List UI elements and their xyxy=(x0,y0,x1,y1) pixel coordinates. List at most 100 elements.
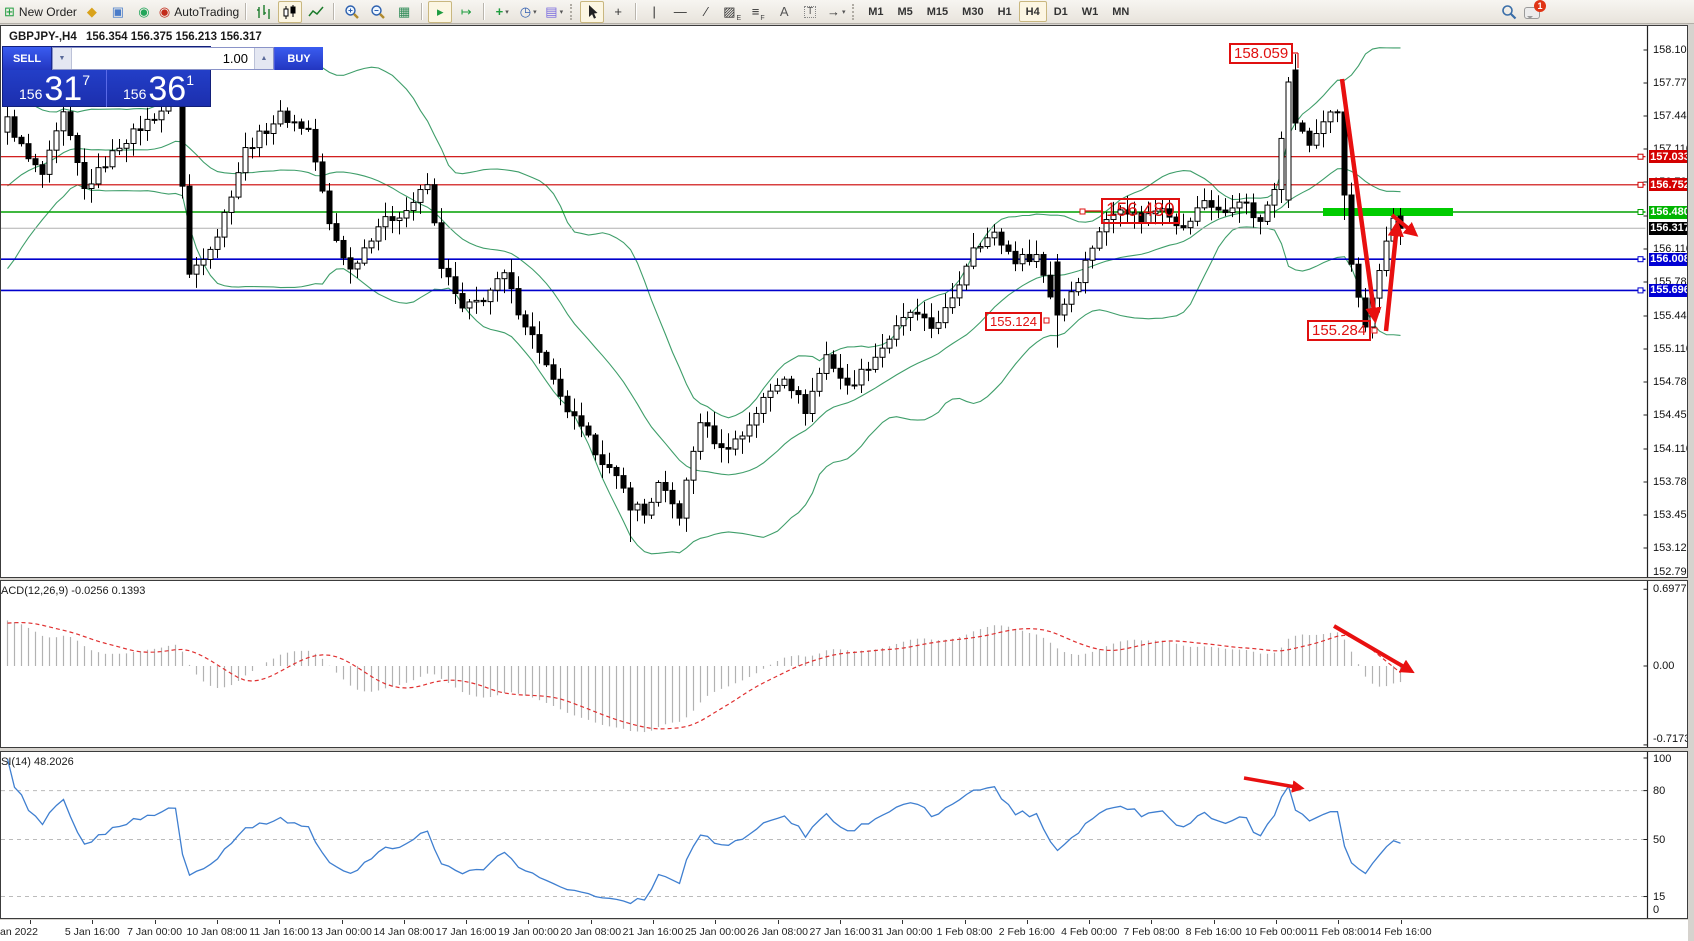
hline-handle[interactable] xyxy=(1638,210,1643,215)
arrows-button[interactable]: →▾ xyxy=(824,1,848,23)
price-annotation[interactable]: 155.124 xyxy=(985,312,1042,331)
volume-input[interactable] xyxy=(72,48,254,69)
hline-handle[interactable] xyxy=(1638,154,1643,159)
timeframe-button-w1[interactable]: W1 xyxy=(1075,1,1106,22)
volume-increase-button[interactable]: ▲ xyxy=(254,48,273,69)
candlestick-chart-button[interactable] xyxy=(278,1,302,23)
zoom-out-icon xyxy=(370,4,386,20)
chart-title: GBPJPY-,H4 156.354 156.375 156.213 156.3… xyxy=(9,31,262,43)
signals-button[interactable]: ◉ xyxy=(132,1,156,23)
buy-button[interactable]: BUY xyxy=(274,47,323,70)
chevron-down-icon: ▾ xyxy=(533,8,537,16)
cursor-button[interactable] xyxy=(580,1,604,23)
sell-price-base: 156 xyxy=(19,86,42,105)
timeframe-button-h1[interactable]: H1 xyxy=(991,1,1019,22)
templates-button[interactable]: ▤▾ xyxy=(542,1,566,23)
price-chart-canvas[interactable] xyxy=(1,26,1687,577)
tile-windows-button[interactable]: ▦ xyxy=(392,1,416,23)
price-annotation[interactable]: 155.284 xyxy=(1307,320,1371,341)
buy-price-main: 36 xyxy=(148,74,186,105)
zoom-in-button[interactable] xyxy=(340,1,364,23)
chart-shift-button[interactable]: ↦ xyxy=(454,1,478,23)
macd-tick: 0.6977 xyxy=(1653,583,1687,595)
time-tick: 4 Feb 00:00 xyxy=(1061,926,1117,938)
timeframe-button-m5[interactable]: M5 xyxy=(890,1,919,22)
time-tick-mark xyxy=(1338,920,1339,924)
time-tick: 5 Jan 16:00 xyxy=(65,926,120,938)
price-annotation[interactable]: 156.480 xyxy=(1101,198,1180,224)
time-tick-mark xyxy=(155,920,156,924)
text-button[interactable]: A xyxy=(772,1,796,23)
timeframe-button-d1[interactable]: D1 xyxy=(1047,1,1075,22)
time-tick-mark xyxy=(1401,920,1402,924)
indicators-button[interactable]: +▾ xyxy=(490,1,514,23)
timeframe-button-mn[interactable]: MN xyxy=(1105,1,1136,22)
time-tick-mark xyxy=(279,920,280,924)
time-axis[interactable]: an 20225 Jan 16:007 Jan 00:0010 Jan 08:0… xyxy=(0,920,1688,941)
support-zone-rect[interactable] xyxy=(1323,208,1453,216)
periods-button[interactable]: ◷▾ xyxy=(516,1,540,23)
text-icon: A xyxy=(780,5,789,18)
bollinger-middle xyxy=(8,141,1401,475)
timeframe-button-h4[interactable]: H4 xyxy=(1019,1,1047,22)
price-tick: 157.440 xyxy=(1653,110,1688,122)
crosshair-button[interactable]: + xyxy=(606,1,630,23)
timeframe-button-m30[interactable]: M30 xyxy=(955,1,990,22)
mt4-app: ⊞New Order◆▣◉◉AutoTrading▦▸↦+▾◷▾▤▾+|—∕▨E… xyxy=(0,0,1694,941)
time-tick: 13 Jan 00:00 xyxy=(311,926,372,938)
vertical-line-button[interactable]: | xyxy=(642,1,666,23)
hline-handle[interactable] xyxy=(1638,182,1643,187)
search-button[interactable] xyxy=(1497,1,1521,23)
time-tick-mark xyxy=(342,920,343,924)
chevron-down-icon: ▾ xyxy=(505,8,509,16)
time-tick-mark xyxy=(715,920,716,924)
price-annotation[interactable]: 158.059 xyxy=(1229,43,1293,64)
time-tick: 21 Jan 16:00 xyxy=(623,926,684,938)
trend-arrow[interactable] xyxy=(1334,626,1411,671)
rsi-panel[interactable]: SI(14) 48.2026 1008050150 xyxy=(0,751,1688,919)
sell-price[interactable]: 156317 xyxy=(3,70,106,107)
horizontal-line-button[interactable]: — xyxy=(668,1,692,23)
new-order-button[interactable]: ⊞New Order xyxy=(3,1,78,23)
gold-bar-icon: ◆ xyxy=(87,5,97,18)
vertical-line-icon: | xyxy=(653,5,656,18)
hline-handle[interactable] xyxy=(1638,257,1643,262)
macd-canvas[interactable] xyxy=(1,581,1687,747)
rsi-canvas[interactable] xyxy=(1,752,1687,918)
price-tick: 157.770 xyxy=(1653,77,1688,89)
bar-chart-button[interactable] xyxy=(252,1,276,23)
price-tick: 153.780 xyxy=(1653,476,1688,488)
price-chart-panel[interactable]: GBPJPY-,H4 156.354 156.375 156.213 156.3… xyxy=(0,25,1688,578)
fibonacci-button[interactable]: ≡F xyxy=(746,1,770,23)
notifications-button[interactable]: 1 xyxy=(1522,2,1544,22)
indicators-icon: + xyxy=(496,5,504,18)
zoom-out-button[interactable] xyxy=(366,1,390,23)
window-icon: ▣ xyxy=(112,5,124,18)
market-watch-button[interactable]: ◆ xyxy=(80,1,104,23)
toolbar-separator xyxy=(333,3,335,20)
time-tick-mark xyxy=(902,920,903,924)
volume-control: ▼ ▲ xyxy=(52,47,274,70)
volume-decrease-button[interactable]: ▼ xyxy=(53,48,72,69)
chevron-down-icon: ▾ xyxy=(842,8,846,16)
rsi-tick: 100 xyxy=(1653,753,1671,765)
sell-button[interactable]: SELL xyxy=(3,47,52,70)
auto-scroll-button[interactable]: ▸ xyxy=(428,1,452,23)
time-tick: 2 Feb 16:00 xyxy=(999,926,1055,938)
macd-panel[interactable]: ACD(12,26,9) -0.0256 0.1393 0.69770.00-0… xyxy=(0,580,1688,748)
text-label-button[interactable]: T xyxy=(798,1,822,23)
timeframe-button-m1[interactable]: M1 xyxy=(861,1,890,22)
price-badge-156.008: 156.008 xyxy=(1649,253,1688,266)
line-chart-button[interactable] xyxy=(304,1,328,23)
channel-button[interactable]: ▨E xyxy=(720,1,744,23)
time-tick-mark xyxy=(840,920,841,924)
autotrading-button[interactable]: ◉AutoTrading xyxy=(158,1,240,23)
chart-shift-icon: ↦ xyxy=(461,5,472,18)
timeframe-button-m15[interactable]: M15 xyxy=(920,1,955,22)
trendline-button[interactable]: ∕ xyxy=(694,1,718,23)
trend-arrow[interactable] xyxy=(1244,778,1301,788)
auto-scroll-icon: ▸ xyxy=(437,5,444,18)
data-window-button[interactable]: ▣ xyxy=(106,1,130,23)
hline-handle[interactable] xyxy=(1638,288,1643,293)
buy-price[interactable]: 156361 xyxy=(107,70,210,107)
